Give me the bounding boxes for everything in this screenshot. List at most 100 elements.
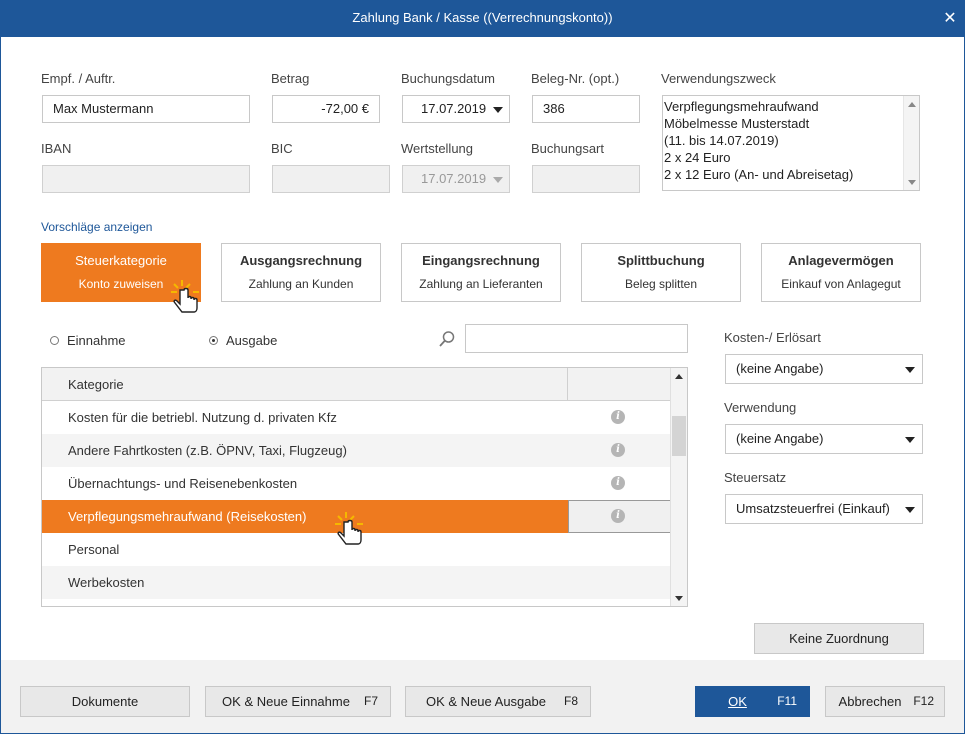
bic-field[interactable] xyxy=(272,165,390,193)
shortcut-label: F11 xyxy=(777,694,797,708)
chevron-down-icon xyxy=(493,177,503,183)
search-icon xyxy=(439,331,455,347)
ok-neue-einnahme-button[interactable]: OK & Neue Einnahme F7 xyxy=(205,686,391,717)
card-title: Splittbuchung xyxy=(617,253,705,268)
wertstellung-select[interactable]: 17.07.2019 xyxy=(402,165,510,193)
abbrechen-button[interactable]: Abbrechen F12 xyxy=(825,686,945,717)
card-subtitle: Einkauf von Anlagegut xyxy=(781,277,901,291)
radio-ausgabe[interactable]: Ausgabe xyxy=(209,333,277,348)
steuersatz-value: Umsatzsteuerfrei (Einkauf) xyxy=(736,501,890,516)
scroll-thumb[interactable] xyxy=(672,416,686,456)
verwendungszweck-label: Verwendungszweck xyxy=(661,71,776,86)
chevron-down-icon xyxy=(905,437,915,443)
card-title: Eingangsrechnung xyxy=(422,253,540,268)
keine-zuordnung-button[interactable]: Keine Zuordnung xyxy=(754,623,924,654)
buchungsdatum-value: 17.07.2019 xyxy=(421,101,487,116)
chevron-down-icon xyxy=(493,107,503,113)
radio-einnahme-label: Einnahme xyxy=(67,333,126,348)
memo-scrollbar[interactable] xyxy=(903,96,919,190)
buchungsart-field[interactable] xyxy=(532,165,640,193)
table-cell: Personal xyxy=(68,542,120,557)
table-header: Kategorie xyxy=(42,368,671,401)
buchungsdatum-select[interactable]: 17.07.2019 xyxy=(402,95,510,123)
info-icon[interactable]: i xyxy=(611,476,625,490)
info-icon[interactable]: i xyxy=(611,509,625,523)
scroll-down-icon[interactable] xyxy=(675,596,683,601)
kosten-select[interactable]: (keine Angabe) xyxy=(725,354,923,384)
betrag-field[interactable]: -72,00 € xyxy=(272,95,380,123)
card-subtitle: Zahlung an Lieferanten xyxy=(419,277,543,291)
iban-label: IBAN xyxy=(41,141,72,156)
scroll-up-icon[interactable] xyxy=(908,102,916,107)
kosten-label: Kosten-/ Erlösart xyxy=(724,330,821,345)
table-row[interactable]: Kosten für die betriebl. Nutzung d. priv… xyxy=(42,401,671,434)
verwendung-select[interactable]: (keine Angabe) xyxy=(725,424,923,454)
radio-einnahme[interactable]: Einnahme xyxy=(50,333,126,348)
ok-neue-ausgabe-button[interactable]: OK & Neue Ausgabe F8 xyxy=(405,686,591,717)
betrag-label: Betrag xyxy=(271,71,310,86)
radio-ausgabe-label: Ausgabe xyxy=(226,333,278,348)
pointer-hand-icon xyxy=(171,280,199,313)
search-input[interactable] xyxy=(465,324,688,353)
info-icon[interactable]: i xyxy=(611,410,625,424)
card-title: Steuerkategorie xyxy=(75,253,167,268)
category-table: Kategorie Kosten für die betriebl. Nutzu… xyxy=(41,367,688,607)
verwendung-label: Verwendung xyxy=(724,400,797,415)
chevron-down-icon xyxy=(905,367,915,373)
ok-button[interactable]: OK F11 xyxy=(695,686,810,717)
table-cell: Kosten für die betriebl. Nutzung d. priv… xyxy=(68,410,337,425)
scroll-down-icon[interactable] xyxy=(908,180,916,185)
shortcut-label: F7 xyxy=(363,694,378,708)
beleg-field[interactable]: 386 xyxy=(532,95,640,123)
steuersatz-select[interactable]: Umsatzsteuerfrei (Einkauf) xyxy=(725,494,923,524)
beleg-label: Beleg-Nr. (opt.) xyxy=(531,71,620,86)
chevron-down-icon xyxy=(905,507,915,513)
button-label: Keine Zuordnung xyxy=(789,631,889,646)
bic-label: BIC xyxy=(271,141,293,156)
memo-line: 2 x 24 Euro xyxy=(664,150,731,165)
memo-line: (11. bis 14.07.2019) xyxy=(664,133,779,148)
close-icon[interactable]: ✕ xyxy=(935,0,965,37)
buchungsart-label: Buchungsart xyxy=(531,141,604,156)
vorschlaege-link[interactable]: Vorschläge anzeigen xyxy=(41,220,152,234)
table-cell: Werbekosten xyxy=(68,575,145,590)
button-label: Dokumente xyxy=(71,694,139,709)
button-label: Abbrechen xyxy=(838,694,902,709)
table-row[interactable]: Werbekosten xyxy=(42,566,671,599)
iban-field[interactable] xyxy=(42,165,250,193)
card-anlagevermoegen[interactable]: Anlagevermögen Einkauf von Anlagegut xyxy=(761,243,921,302)
card-title: Anlagevermögen xyxy=(788,253,894,268)
memo-line: Möbelmesse Musterstadt xyxy=(664,116,810,131)
verwendung-value: (keine Angabe) xyxy=(736,431,824,446)
card-splittbuchung[interactable]: Splittbuchung Beleg splitten xyxy=(581,243,741,302)
shortcut-label: F12 xyxy=(913,694,934,708)
card-subtitle: Zahlung an Kunden xyxy=(248,277,354,291)
buchungsdatum-label: Buchungsdatum xyxy=(401,71,495,86)
shortcut-label: F8 xyxy=(563,694,578,708)
verwendungszweck-textarea[interactable]: Verpflegungsmehraufwand Möbelmesse Muste… xyxy=(662,95,920,191)
radio-circle-selected xyxy=(209,336,218,345)
table-cell: Übernachtungs- und Reisenebenkosten xyxy=(68,476,298,491)
info-icon[interactable]: i xyxy=(611,443,625,457)
button-label: OK xyxy=(728,694,747,709)
column-separator xyxy=(567,368,568,401)
card-ausgangsrechnung[interactable]: Ausgangsrechnung Zahlung an Kunden xyxy=(221,243,381,302)
table-row[interactable]: Übernachtungs- und Reisenebenkosten i xyxy=(42,467,671,500)
button-label: OK & Neue Einnahme xyxy=(222,694,350,709)
dokumente-button[interactable]: Dokumente xyxy=(20,686,190,717)
table-cell: Andere Fahrtkosten (z.B. ÖPNV, Taxi, Flu… xyxy=(68,443,347,458)
card-eingangsrechnung[interactable]: Eingangsrechnung Zahlung an Lieferanten xyxy=(401,243,561,302)
table-scrollbar[interactable] xyxy=(670,368,687,606)
card-subtitle: Beleg splitten xyxy=(624,277,698,291)
card-title: Ausgangsrechnung xyxy=(239,253,363,268)
scroll-up-icon[interactable] xyxy=(675,374,683,379)
column-header-kategorie[interactable]: Kategorie xyxy=(68,377,124,392)
pointer-hand-icon xyxy=(335,512,363,545)
empf-field[interactable]: Max Mustermann xyxy=(42,95,250,123)
button-label: OK & Neue Ausgabe xyxy=(426,694,546,709)
memo-line: Verpflegungsmehraufwand xyxy=(664,99,819,114)
memo-line: 2 x 12 Euro (An- und Abreisetag) xyxy=(664,167,854,182)
table-row[interactable]: Andere Fahrtkosten (z.B. ÖPNV, Taxi, Flu… xyxy=(42,434,671,467)
radio-circle xyxy=(50,336,59,345)
steuersatz-label: Steuersatz xyxy=(724,470,787,485)
